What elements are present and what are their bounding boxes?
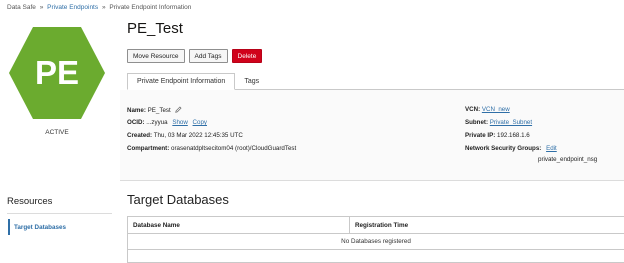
private-ip-value: 192.168.1.6 [497, 132, 530, 139]
info-created: Created: Thu, 03 Mar 2022 12:45:35 UTC [127, 132, 243, 139]
ocid-value: ...zyyua [146, 119, 168, 126]
breadcrumb-separator: » [39, 4, 44, 11]
action-bar: Move Resource Add Tags Delete [127, 49, 263, 63]
breadcrumb: Data Safe » Private Endpoints » Private … [7, 4, 191, 11]
page-title: PE_Test [127, 20, 183, 37]
breadcrumb-data-safe[interactable]: Data Safe [7, 4, 36, 11]
status-badge: ACTIVE [45, 129, 69, 136]
tab-private-endpoint-information[interactable]: Private Endpoint Information [127, 73, 236, 90]
ocid-copy-link[interactable]: Copy [193, 119, 207, 126]
compartment-value: orasenatdpltsecitom04 (root)/CloudGuardT… [171, 145, 297, 152]
info-vcn: VCN: VCN_new [465, 106, 510, 113]
resource-badge: PE [8, 26, 106, 120]
add-tags-button[interactable]: Add Tags [188, 49, 228, 63]
created-label: Created: [127, 132, 153, 139]
info-ocid: OCID: ...zyyua Show Copy [127, 119, 207, 126]
info-compartment: Compartment: orasenatdpltsecitom04 (root… [127, 145, 296, 152]
info-nsg: Network Security Groups: Edit [465, 145, 557, 152]
nsg-value: private_endpoint_nsg [538, 156, 598, 163]
compartment-label: Compartment: [127, 145, 170, 152]
ocid-label: OCID: [127, 119, 145, 126]
move-resource-button[interactable]: Move Resource [127, 49, 185, 63]
pencil-icon[interactable] [175, 106, 182, 115]
badge-initials: PE [34, 54, 80, 91]
breadcrumb-separator: » [101, 4, 106, 11]
nsg-label: Network Security Groups: [465, 145, 542, 152]
vcn-link[interactable]: VCN_new [482, 106, 510, 113]
tab-tags[interactable]: Tags [235, 73, 268, 90]
private-ip-label: Private IP: [465, 132, 496, 139]
vcn-label: VCN: [465, 106, 481, 113]
delete-button[interactable]: Delete [231, 49, 263, 63]
subnet-link[interactable]: Private_Subnet [490, 119, 532, 126]
table-empty-message: No Databases registered [128, 234, 624, 250]
target-databases-title: Target Databases [127, 192, 229, 207]
name-label: Name: [127, 107, 146, 115]
tab-bar: Private Endpoint Information Tags [127, 73, 268, 90]
subnet-label: Subnet: [465, 119, 489, 126]
breadcrumb-current: Private Endpoint Information [109, 4, 192, 11]
resources-heading: Resources [7, 196, 53, 207]
target-databases-table: Database Name Registration Time No Datab… [127, 216, 624, 263]
resources-item-target-databases[interactable]: Target Databases [8, 219, 112, 235]
column-database-name[interactable]: Database Name [128, 217, 350, 233]
nsg-edit-link[interactable]: Edit [546, 145, 557, 152]
info-private-ip: Private IP: 192.168.1.6 [465, 132, 530, 139]
name-value: PE_Test [147, 107, 171, 115]
info-panel: Name: PE_Test OCID: ...zyyua Show Copy C… [120, 90, 624, 181]
created-value: Thu, 03 Mar 2022 12:45:35 UTC [153, 132, 243, 139]
resources-divider [7, 213, 112, 214]
breadcrumb-private-endpoints[interactable]: Private Endpoints [47, 4, 98, 11]
table-header: Database Name Registration Time [128, 217, 624, 234]
info-subnet: Subnet: Private_Subnet [465, 119, 532, 126]
column-registration-time[interactable]: Registration Time [350, 217, 624, 233]
ocid-show-link[interactable]: Show [172, 119, 187, 126]
info-name: Name: PE_Test [127, 106, 182, 115]
